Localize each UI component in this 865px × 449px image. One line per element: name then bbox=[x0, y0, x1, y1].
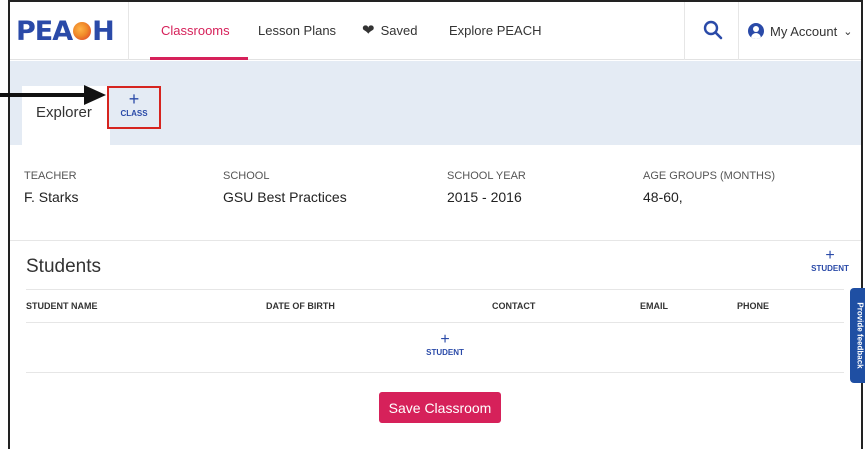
nav-divider bbox=[738, 2, 739, 60]
nav-divider bbox=[684, 2, 685, 60]
add-student-button[interactable]: + STUDENT bbox=[810, 247, 850, 274]
annotation-arrow bbox=[0, 85, 106, 105]
account-label: My Account bbox=[770, 23, 838, 39]
nav-divider bbox=[128, 2, 129, 60]
section-divider bbox=[10, 240, 861, 241]
add-student-row-button[interactable]: + STUDENT bbox=[415, 331, 475, 358]
nav-explore-label: Explore PEACH bbox=[449, 23, 542, 38]
app-window: PEA H Classrooms Lesson Plans ❤ Saved Exp… bbox=[8, 0, 865, 449]
column-phone: PHONE bbox=[737, 301, 770, 311]
nav-explore[interactable]: Explore PEACH bbox=[449, 23, 541, 38]
school-value: GSU Best Practices bbox=[223, 189, 347, 205]
logo-text-right: H bbox=[92, 15, 115, 47]
add-student-label: STUDENT bbox=[426, 348, 464, 357]
logo-text-left: PEA bbox=[16, 15, 73, 47]
nav-classrooms[interactable]: Classrooms bbox=[161, 23, 230, 38]
nav-saved[interactable]: ❤ Saved bbox=[362, 23, 417, 38]
school-year-value: 2015 - 2016 bbox=[447, 189, 522, 205]
provide-feedback-tab[interactable]: Provide feedback bbox=[850, 288, 865, 383]
user-icon bbox=[748, 23, 764, 39]
table-divider bbox=[26, 372, 844, 373]
search-icon[interactable] bbox=[703, 20, 723, 40]
nav-classrooms-label: Classrooms bbox=[161, 23, 230, 38]
column-date-of-birth: DATE OF BIRTH bbox=[266, 301, 335, 311]
column-contact: CONTACT bbox=[492, 301, 536, 311]
save-classroom-button[interactable]: Save Classroom bbox=[379, 392, 501, 423]
chevron-down-icon: ⌄ bbox=[843, 25, 853, 38]
logo-peach-icon bbox=[73, 22, 92, 40]
age-groups-label: AGE GROUPS (MONTHS) bbox=[643, 170, 776, 182]
students-table-header: STUDENT NAME DATE OF BIRTH CONTACT EMAIL… bbox=[26, 289, 844, 323]
add-class-button[interactable]: + CLASS bbox=[107, 86, 161, 129]
nav-saved-label: Saved bbox=[380, 23, 418, 38]
peach-logo[interactable]: PEA H bbox=[16, 15, 115, 47]
heart-icon: ❤ bbox=[362, 22, 375, 39]
teacher-label: TEACHER bbox=[24, 170, 77, 182]
plus-icon: + bbox=[440, 331, 450, 348]
age-groups-value: 48-60, bbox=[643, 189, 683, 205]
school-year-label: SCHOOL YEAR bbox=[447, 170, 526, 182]
nav-lesson-plans[interactable]: Lesson Plans bbox=[258, 23, 336, 38]
nav-lesson-plans-label: Lesson Plans bbox=[258, 23, 337, 38]
plus-icon: + bbox=[825, 247, 835, 264]
students-heading: Students bbox=[26, 256, 101, 277]
plus-icon: + bbox=[128, 89, 140, 109]
school-label: SCHOOL bbox=[223, 170, 270, 182]
column-email: EMAIL bbox=[640, 301, 668, 311]
add-class-label: CLASS bbox=[120, 109, 148, 118]
add-student-label: STUDENT bbox=[811, 264, 849, 273]
column-student-name: STUDENT NAME bbox=[26, 301, 98, 311]
top-nav: PEA H Classrooms Lesson Plans ❤ Saved Exp… bbox=[10, 2, 861, 60]
feedback-label: Provide feedback bbox=[856, 302, 865, 369]
nav-active-indicator bbox=[150, 57, 248, 60]
teacher-value: F. Starks bbox=[24, 189, 79, 205]
my-account-menu[interactable]: My Account ⌄ bbox=[748, 23, 852, 39]
